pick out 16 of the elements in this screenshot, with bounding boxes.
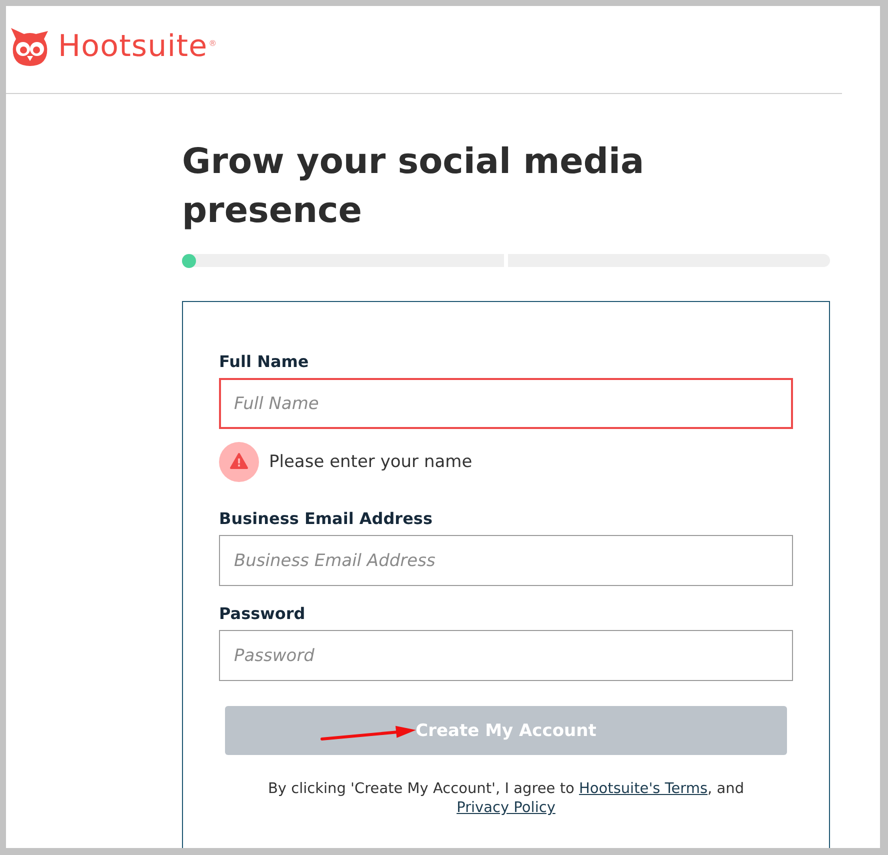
terms-text: By clicking 'Create My Account', I agree to Hootsuite's Terms, and Privacy Policy bbox=[266, 780, 746, 818]
text-field[interactable]: Full Name bbox=[219, 378, 793, 429]
warning-icon bbox=[219, 442, 259, 482]
field-label: Full Name bbox=[219, 352, 309, 372]
error-message: Please enter your name bbox=[269, 452, 472, 472]
field-label: Business Email Address bbox=[219, 509, 432, 529]
page-heading: Grow your social media presence bbox=[182, 141, 646, 233]
text-field[interactable]: Password bbox=[219, 630, 793, 681]
owl-icon bbox=[10, 25, 50, 67]
terms-link[interactable]: Hootsuite's Terms bbox=[578, 781, 708, 797]
registered-mark: ® bbox=[208, 39, 217, 48]
terms-link[interactable]: Privacy Policy bbox=[456, 800, 556, 816]
text-field[interactable]: Business Email Address bbox=[219, 535, 793, 586]
dot-icon bbox=[182, 254, 196, 268]
logo-text: Hootsuite bbox=[58, 28, 208, 64]
field-label: Password bbox=[219, 604, 306, 624]
